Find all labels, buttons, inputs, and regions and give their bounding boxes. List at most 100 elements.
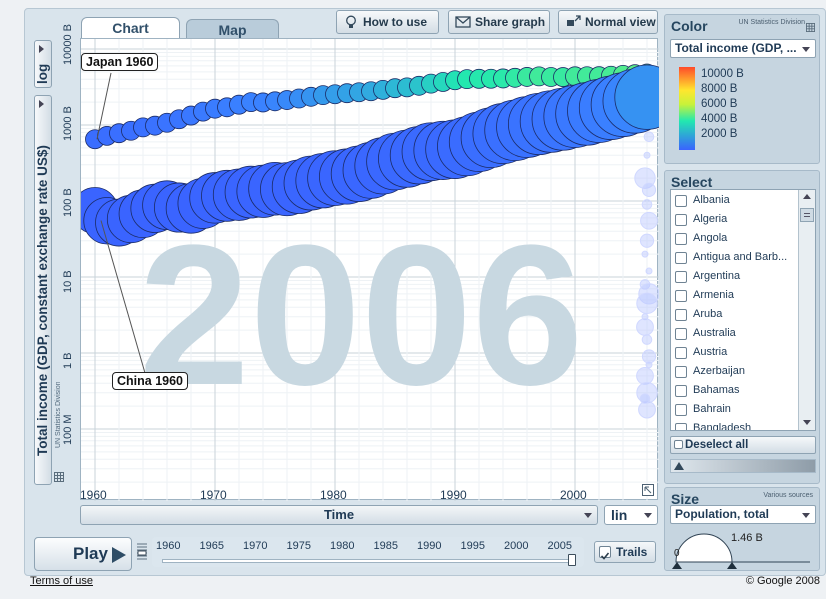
chevron-down-icon[interactable]: [803, 420, 811, 425]
country-label: Austria: [693, 346, 728, 358]
deselect-checkbox-icon: [674, 440, 683, 449]
list-item[interactable]: Armenia: [675, 288, 795, 307]
country-label: Aruba: [693, 308, 723, 320]
select-panel: Select Albania Algeria Angola Antigua and B…: [664, 170, 820, 484]
country-checkbox[interactable]: [675, 385, 687, 397]
color-legend-label: 10000 B: [701, 68, 744, 80]
list-item[interactable]: Bangladesh: [675, 421, 795, 430]
country-checkbox[interactable]: [675, 252, 687, 264]
expand-icon[interactable]: [642, 484, 654, 496]
x-tick-label: 1970: [200, 488, 227, 502]
time-slider[interactable]: 1960 1965 1970 1975 1980 1985 1990 1995 2000 2005: [152, 537, 584, 567]
y-scale-label: log: [35, 63, 50, 84]
color-legend-label: 2000 B: [701, 128, 738, 140]
play-button[interactable]: Play: [34, 537, 132, 571]
chevron-down-icon: [644, 513, 652, 518]
list-item[interactable]: Argentina: [675, 269, 795, 288]
japan-callout[interactable]: Japan 1960: [81, 53, 159, 71]
country-checkbox[interactable]: [675, 423, 687, 430]
color-panel-title: Color: [671, 18, 708, 34]
color-panel-source: UN Statistics Division: [738, 19, 805, 26]
size-panel: Size Various sources Population, total 0…: [664, 487, 820, 571]
list-item[interactable]: Albania: [675, 193, 795, 212]
country-checkbox[interactable]: [675, 214, 687, 226]
list-item[interactable]: Angola: [675, 231, 795, 250]
time-slider-handle[interactable]: [568, 554, 576, 566]
list-item[interactable]: Antigua and Barb...: [675, 250, 795, 269]
size-min-handle[interactable]: [672, 562, 682, 569]
x-tick-label: 1960: [80, 488, 107, 502]
y-axis-source: UN Statistics Division: [55, 381, 62, 448]
list-item[interactable]: Aruba: [675, 307, 795, 326]
timeline-year-label: 1970: [243, 540, 268, 552]
list-item[interactable]: Algeria: [675, 212, 795, 231]
share-graph-button[interactable]: Share graph: [448, 10, 550, 34]
country-list[interactable]: Albania Algeria Angola Antigua and Barb... A…: [670, 189, 816, 431]
terms-of-use-link[interactable]: Terms of use: [30, 575, 93, 587]
other-country-bubble: [641, 182, 657, 197]
speed-control[interactable]: [136, 541, 148, 565]
chevron-down-icon: [802, 513, 810, 518]
opacity-slider[interactable]: [670, 459, 816, 473]
list-item[interactable]: Austria: [675, 345, 795, 364]
other-country-bubble: [639, 393, 651, 405]
select-panel-title: Select: [671, 174, 713, 190]
size-indicator-select[interactable]: Population, total: [670, 505, 816, 524]
list-item[interactable]: Australia: [675, 326, 795, 345]
country-checkbox[interactable]: [675, 309, 687, 321]
chart-area[interactable]: 2006: [71, 38, 680, 501]
tab-chart[interactable]: Chart: [81, 17, 180, 39]
y-tick-label: 1000 B: [62, 106, 74, 141]
how-to-use-button[interactable]: How to use: [336, 10, 439, 34]
size-max-label: 1.46 B: [731, 532, 763, 544]
timeline-year-label: 1960: [156, 540, 181, 552]
other-country-bubble: [638, 400, 656, 419]
china-callout[interactable]: China 1960: [112, 372, 189, 390]
chevron-right-icon: [39, 45, 44, 53]
resize-icon: [567, 15, 581, 26]
country-checkbox[interactable]: [675, 366, 687, 378]
y-tick-label: 1 B: [62, 352, 74, 369]
grid-icon[interactable]: [54, 472, 64, 482]
trails-toggle[interactable]: Trails: [594, 541, 656, 563]
share-graph-label: Share graph: [475, 15, 546, 29]
y-tick-label: 10000 B: [62, 24, 74, 65]
normal-view-button[interactable]: Normal view: [558, 10, 658, 34]
lightbulb-icon: [346, 15, 356, 28]
scrollbar[interactable]: [798, 190, 815, 430]
color-indicator-select[interactable]: Total income (GDP, ...: [670, 39, 816, 58]
country-checkbox[interactable]: [675, 404, 687, 416]
other-country-bubble: [641, 199, 653, 210]
country-checkbox[interactable]: [675, 347, 687, 359]
grid-icon[interactable]: [806, 23, 815, 32]
opacity-slider-handle[interactable]: [674, 462, 684, 470]
play-label: Play: [73, 544, 108, 563]
country-checkbox[interactable]: [675, 195, 687, 207]
other-country-bubble: [645, 361, 653, 369]
list-item[interactable]: Bahamas: [675, 383, 795, 402]
color-panel: Color UN Statistics Division Total incom…: [664, 14, 820, 164]
deselect-all-button[interactable]: Deselect all: [670, 436, 816, 454]
country-label: Antigua and Barb...: [693, 251, 788, 263]
timeline-year-label: 2005: [547, 540, 572, 552]
x-scale-select[interactable]: lin: [604, 505, 658, 525]
y-tick-label: 10 B: [62, 270, 74, 293]
country-checkbox[interactable]: [675, 233, 687, 245]
color-legend-label: 6000 B: [701, 98, 738, 110]
scrollbar-thumb[interactable]: [800, 208, 814, 222]
size-max-handle[interactable]: [727, 562, 737, 569]
country-checkbox[interactable]: [675, 328, 687, 340]
list-item[interactable]: Bahrain: [675, 402, 795, 421]
other-country-bubble: [643, 131, 655, 143]
country-label: Algeria: [693, 213, 728, 225]
checkmark-icon: [600, 552, 610, 560]
trails-checkbox[interactable]: [599, 546, 611, 560]
country-checkbox[interactable]: [675, 290, 687, 302]
country-checkbox[interactable]: [675, 271, 687, 283]
x-indicator-selector[interactable]: Time: [80, 505, 598, 525]
color-legend-label: 8000 B: [701, 83, 738, 95]
time-slider-track[interactable]: [162, 559, 572, 563]
list-item[interactable]: Azerbaijan: [675, 364, 795, 383]
chevron-up-icon[interactable]: [803, 194, 811, 199]
size-min-label: 0: [674, 548, 680, 559]
